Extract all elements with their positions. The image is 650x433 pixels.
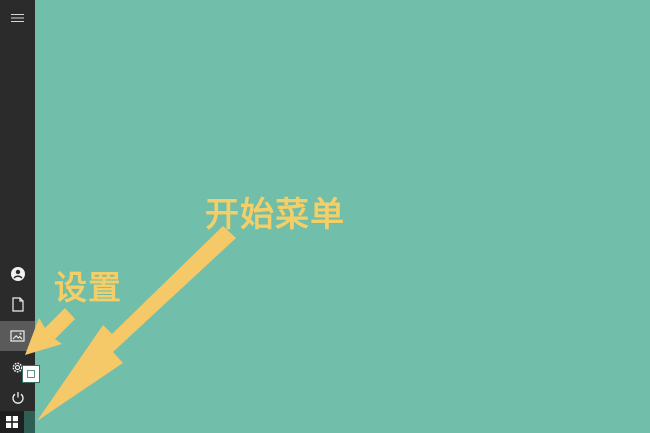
document-icon <box>11 296 24 312</box>
image-icon <box>10 330 25 342</box>
taskbar-segment <box>24 411 35 433</box>
start-menu-arrow <box>37 226 236 421</box>
settings-label: 设置 <box>54 268 122 307</box>
windows-logo-icon <box>6 416 18 428</box>
start-menu-label: 开始菜单 <box>205 195 345 235</box>
start-button[interactable] <box>0 411 24 433</box>
desktop-screen: 开始菜单 设置 <box>0 0 650 433</box>
power-button[interactable] <box>0 383 35 413</box>
pictures-button[interactable] <box>0 321 35 351</box>
documents-button[interactable] <box>0 289 35 319</box>
user-icon <box>10 267 25 281</box>
small-window-thumbnail <box>22 365 40 383</box>
power-icon <box>11 392 24 404</box>
account-button[interactable] <box>0 259 35 289</box>
hamburger-icon <box>11 14 24 22</box>
hamburger-menu-button[interactable] <box>0 3 35 33</box>
